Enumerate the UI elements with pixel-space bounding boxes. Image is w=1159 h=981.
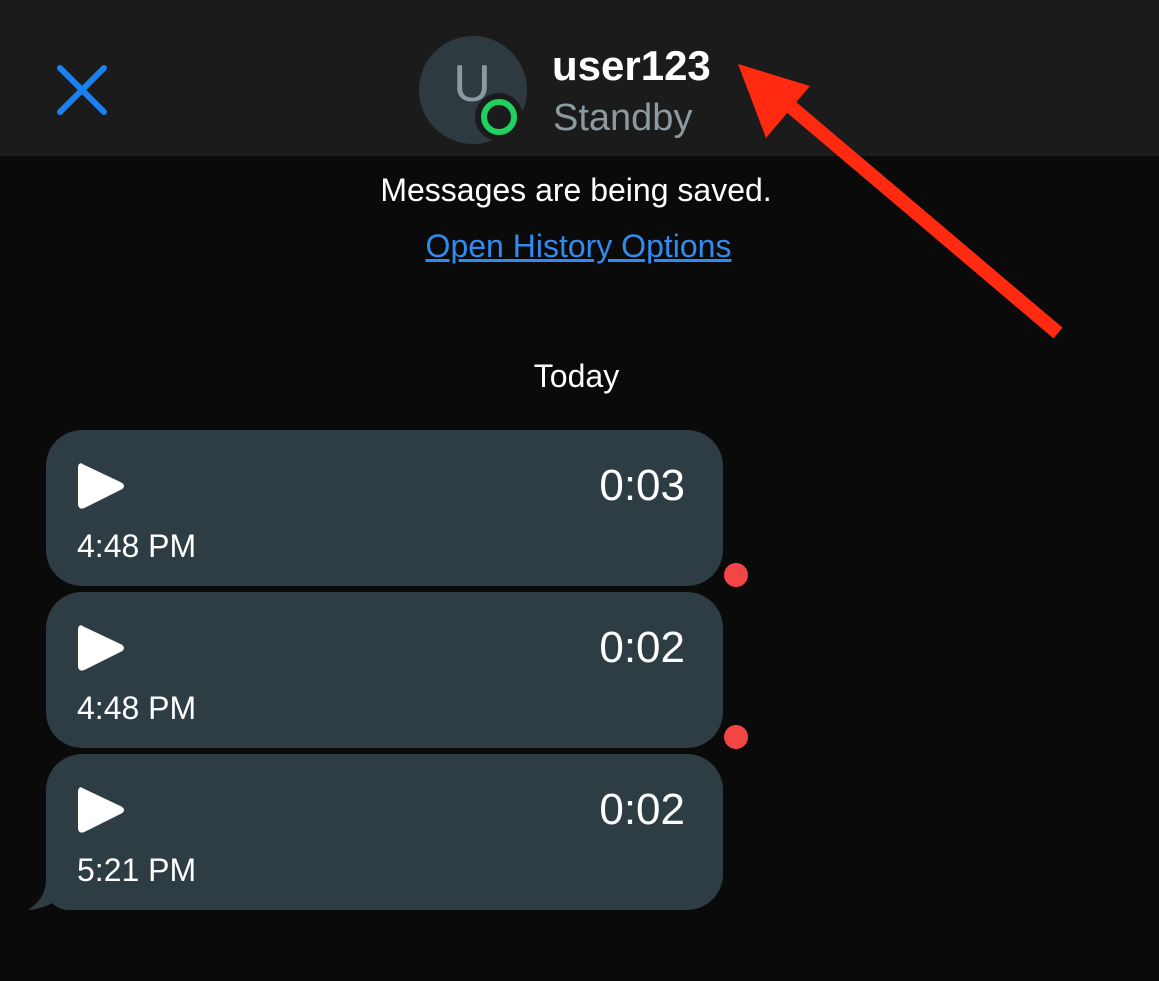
unread-indicator — [724, 563, 748, 587]
close-icon[interactable] — [50, 58, 114, 122]
play-icon[interactable] — [76, 622, 126, 674]
voice-message[interactable]: 0:03 4:48 PM — [46, 430, 723, 586]
annotation-arrow-icon — [738, 64, 1063, 339]
message-time: 4:48 PM — [77, 690, 197, 726]
message-time: 5:21 PM — [77, 852, 197, 888]
voice-message[interactable]: 0:02 5:21 PM — [46, 754, 723, 910]
history-options-link[interactable]: Open History Options — [426, 228, 732, 264]
play-icon[interactable] — [76, 784, 126, 836]
message-duration: 0:02 — [599, 623, 685, 672]
voice-message[interactable]: 0:02 4:48 PM — [46, 592, 723, 748]
contact-username[interactable]: user123 — [552, 42, 711, 90]
unread-indicator — [724, 725, 748, 749]
presence-indicator — [475, 93, 523, 141]
message-duration: 0:03 — [599, 461, 685, 510]
message-duration: 0:02 — [599, 785, 685, 834]
date-separator: Today — [533, 358, 620, 394]
message-time: 4:48 PM — [77, 528, 197, 564]
play-icon[interactable] — [76, 460, 126, 512]
presence-ring-icon — [481, 99, 517, 135]
contact-status: Standby — [553, 97, 693, 139]
